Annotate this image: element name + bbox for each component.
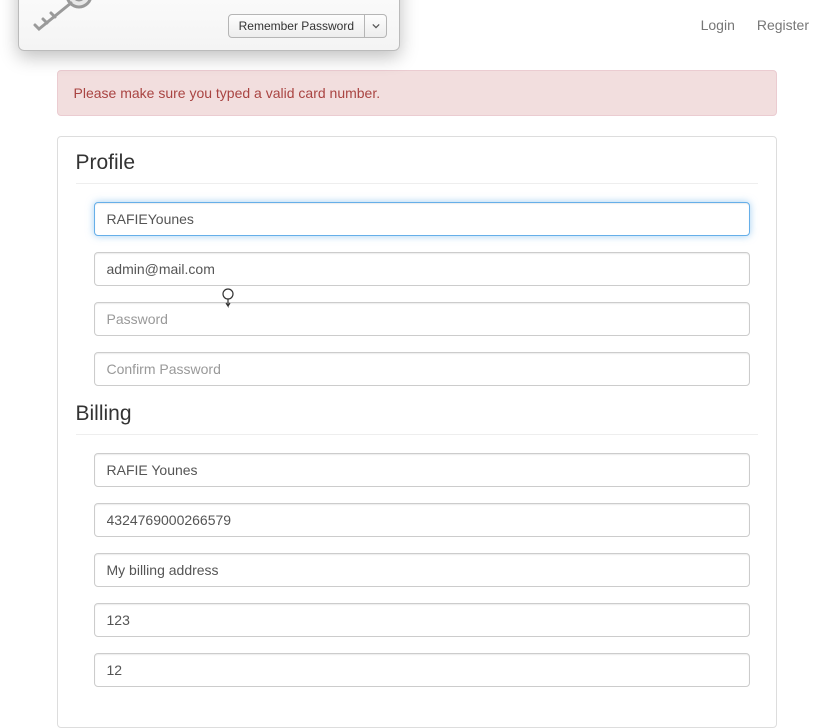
remember-password-button[interactable]: Remember Password — [228, 14, 365, 38]
billing-address-input[interactable] — [94, 553, 750, 587]
error-alert-text: Please make sure you typed a valid card … — [74, 85, 381, 101]
chevron-down-icon — [372, 22, 380, 30]
profile-heading: Profile — [76, 151, 758, 184]
profile-name-input[interactable] — [94, 202, 750, 236]
profile-confirm-password-input[interactable] — [94, 352, 750, 386]
password-save-prompt: "admin@mail.com" on vaprobash.dev? Remem… — [18, 0, 400, 51]
billing-cvv-input[interactable] — [94, 603, 750, 637]
profile-email-input[interactable] — [94, 252, 750, 286]
remember-password-dropdown[interactable] — [365, 14, 387, 38]
billing-heading: Billing — [76, 402, 758, 435]
register-link[interactable]: Register — [757, 17, 809, 33]
error-alert: Please make sure you typed a valid card … — [57, 70, 777, 116]
billing-card-input[interactable] — [94, 503, 750, 537]
billing-month-input[interactable] — [94, 653, 750, 687]
login-link[interactable]: Login — [701, 17, 735, 33]
form-panel: Profile Billing — [57, 136, 777, 728]
billing-name-input[interactable] — [94, 453, 750, 487]
profile-password-input[interactable] — [94, 302, 750, 336]
key-icon — [31, 0, 99, 35]
